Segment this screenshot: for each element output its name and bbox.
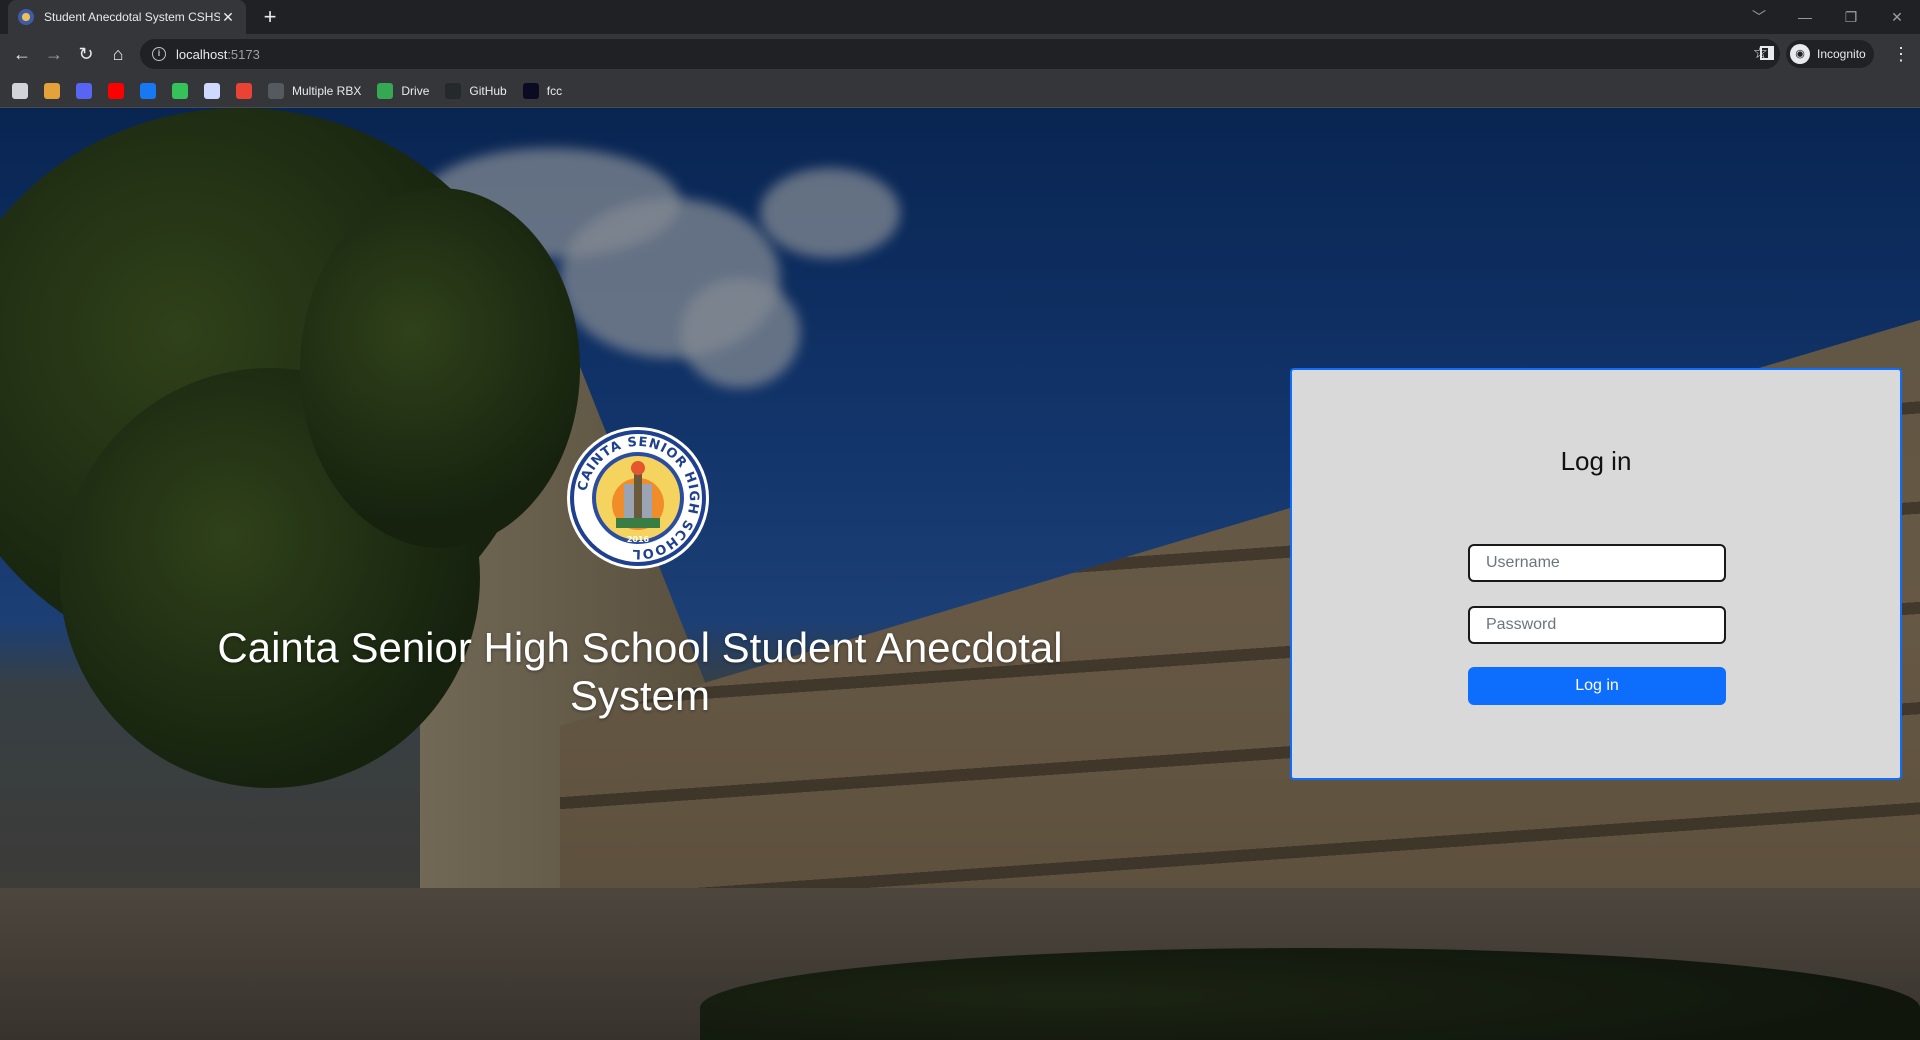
gmail-icon bbox=[236, 82, 252, 99]
browser-tabstrip: Student Anecdotal System CSHS ✕ + ﹀ — ❐ … bbox=[0, 0, 1920, 34]
rbx-icon bbox=[268, 82, 284, 99]
back-arrow-icon[interactable]: ← bbox=[10, 42, 34, 66]
school-favicon-icon bbox=[18, 9, 34, 25]
bookmarks-bar: Multiple RBX Drive GitHub fcc bbox=[0, 74, 1920, 108]
fcc-icon bbox=[522, 82, 539, 99]
bookmark-item[interactable]: fcc bbox=[522, 82, 563, 99]
bookmark-item[interactable] bbox=[12, 82, 28, 99]
login-button[interactable]: Log in bbox=[1468, 667, 1726, 705]
tab-close-icon[interactable]: ✕ bbox=[220, 9, 236, 26]
svg-text:2016: 2016 bbox=[627, 535, 650, 544]
url-port: :5173 bbox=[227, 46, 260, 62]
school-seal-logo: CAINTA SENIOR HIGH SCHOOL 2016 bbox=[567, 427, 709, 569]
side-panel-icon[interactable] bbox=[1760, 46, 1774, 60]
drive-icon bbox=[377, 82, 394, 99]
page-viewport: CAINTA SENIOR HIGH SCHOOL 2016 Cainta Se… bbox=[0, 108, 1920, 1040]
home-icon[interactable]: ⌂ bbox=[106, 42, 130, 66]
window-controls: ﹀ — ❐ ✕ bbox=[1736, 0, 1920, 34]
incognito-icon: ◉ bbox=[1790, 44, 1810, 64]
facebook-icon bbox=[140, 82, 156, 99]
incognito-label: Incognito bbox=[1817, 47, 1866, 61]
url-host: localhost bbox=[176, 46, 228, 62]
bookmark-item[interactable] bbox=[204, 82, 220, 99]
bookmark-item[interactable]: GitHub bbox=[445, 82, 507, 99]
bookmark-item[interactable] bbox=[172, 82, 188, 99]
new-tab-button[interactable]: + bbox=[258, 5, 282, 29]
login-heading: Log in bbox=[1560, 446, 1632, 476]
username-input[interactable] bbox=[1468, 544, 1726, 582]
restore-button[interactable]: ❐ bbox=[1828, 9, 1874, 26]
chrome-icon bbox=[204, 82, 220, 99]
bookmark-item[interactable] bbox=[44, 82, 60, 99]
address-bar[interactable]: i localhost:5173 ☆ bbox=[140, 39, 1780, 69]
password-input[interactable] bbox=[1468, 606, 1726, 644]
browser-menu-icon[interactable]: ⋮ bbox=[1892, 42, 1910, 66]
cat-icon bbox=[44, 82, 60, 99]
incognito-profile-button[interactable]: ◉ Incognito bbox=[1786, 40, 1874, 68]
discord-icon bbox=[76, 82, 92, 99]
page-title: Cainta Senior High School Student Anecdo… bbox=[217, 624, 1063, 719]
bookmark-item[interactable]: Multiple RBX bbox=[268, 82, 362, 99]
tab-title: Student Anecdotal System CSHS bbox=[44, 10, 220, 24]
bookmark-item[interactable] bbox=[140, 82, 156, 99]
reload-icon[interactable]: ↻ bbox=[74, 42, 98, 66]
close-window-button[interactable]: ✕ bbox=[1874, 9, 1920, 26]
bookmark-label: GitHub bbox=[469, 83, 507, 98]
bookmark-label: Multiple RBX bbox=[292, 83, 362, 98]
roblox-icon bbox=[12, 82, 28, 99]
bookmark-label: Drive bbox=[401, 83, 430, 98]
browser-tab-active[interactable]: Student Anecdotal System CSHS ✕ bbox=[8, 0, 246, 34]
bookmark-item[interactable] bbox=[108, 82, 124, 99]
login-card: Log in Log in bbox=[1290, 368, 1902, 780]
bookmark-label: fcc bbox=[546, 83, 563, 98]
browser-toolbar: ← → ↻ ⌂ i localhost:5173 ☆ ◉ Incognito ⋮ bbox=[0, 34, 1920, 74]
bookmark-item[interactable] bbox=[76, 82, 92, 99]
github-icon bbox=[445, 82, 462, 99]
site-info-icon[interactable]: i bbox=[152, 47, 166, 61]
minimize-button[interactable]: — bbox=[1782, 9, 1828, 25]
flag-icon bbox=[172, 82, 188, 99]
bookmark-item[interactable]: Drive bbox=[377, 82, 430, 99]
youtube-icon bbox=[108, 82, 124, 99]
tab-search-icon[interactable]: ﹀ bbox=[1736, 7, 1782, 27]
forward-arrow-icon[interactable]: → bbox=[42, 42, 66, 66]
bookmark-item[interactable] bbox=[236, 82, 252, 99]
